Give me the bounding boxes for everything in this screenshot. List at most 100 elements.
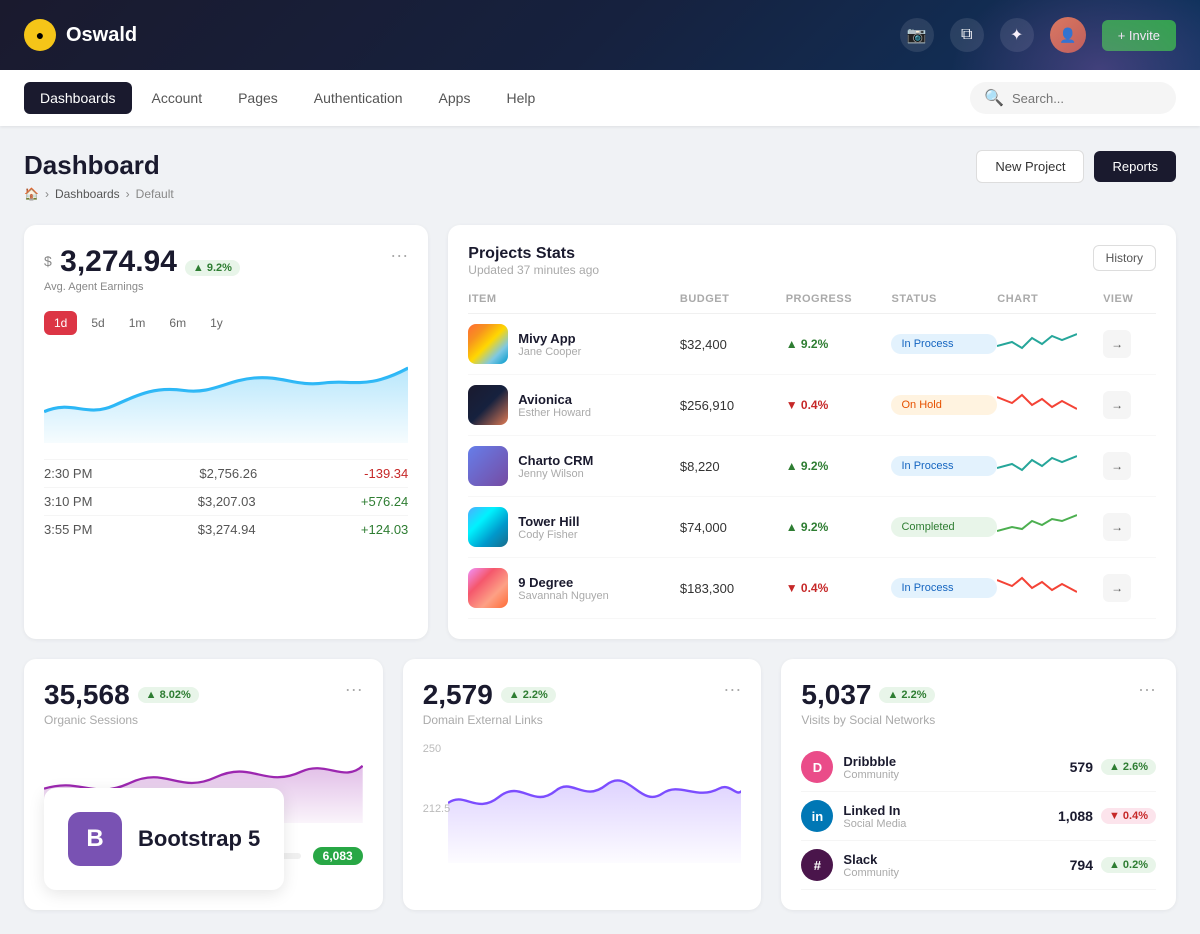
status-badge: In Process <box>891 456 997 476</box>
project-budget: $8,220 <box>680 459 786 474</box>
status-badge: In Process <box>891 578 997 598</box>
reports-button[interactable]: Reports <box>1094 151 1176 182</box>
col-status: STATUS <box>891 293 997 305</box>
col-chart: CHART <box>997 293 1103 305</box>
projects-header: Projects Stats Updated 37 minutes ago Hi… <box>468 245 1156 277</box>
filter-6m[interactable]: 6m <box>159 311 196 335</box>
row-value: $3,274.94 <box>198 522 256 537</box>
earnings-label: Avg. Agent Earnings <box>44 281 240 293</box>
domain-badge: ▲ 2.2% <box>501 687 556 703</box>
card-menu-icon[interactable]: ··· <box>723 679 741 700</box>
social-type: Community <box>843 867 899 879</box>
social-networks-card: 5,037 ▲ 2.2% Visits by Social Networks ·… <box>781 659 1176 910</box>
earnings-amount: $ 3,274.94 <box>44 245 177 279</box>
project-budget: $32,400 <box>680 337 786 352</box>
project-name: Avionica <box>518 392 591 407</box>
project-name: 9 Degree <box>518 575 609 590</box>
currency-symbol: $ <box>44 253 52 269</box>
row-time: 2:30 PM <box>44 466 92 481</box>
social-name: Linked In <box>843 803 906 818</box>
project-info: Avionica Esther Howard <box>468 385 680 425</box>
domain-value: 2,579 <box>423 679 493 711</box>
main-content: Dashboard 🏠 › Dashboards › Default New P… <box>0 126 1200 934</box>
social-info: Dribbble Community <box>843 754 899 781</box>
row-value: $2,756.26 <box>199 466 257 481</box>
avatar[interactable]: 👤 <box>1050 17 1086 53</box>
organic-label: Organic Sessions <box>44 713 199 727</box>
invite-button[interactable]: + Invite <box>1102 20 1176 51</box>
earnings-values: $ 3,274.94 ▲ 9.2% Avg. Agent Earnings <box>44 245 240 295</box>
mini-chart <box>997 389 1103 422</box>
card-menu-icon[interactable]: ··· <box>390 245 408 266</box>
top-right: 📷 ⧉ ✦ 👤 + Invite <box>900 17 1176 53</box>
earnings-table: 2:30 PM $2,756.26 -139.34 3:10 PM $3,207… <box>44 459 408 543</box>
nav-item-dashboards[interactable]: Dashboards <box>24 82 132 114</box>
card-menu-icon[interactable]: ··· <box>345 679 363 700</box>
social-type: Social Media <box>843 818 906 830</box>
organic-value: 35,568 <box>44 679 130 711</box>
view-button[interactable]: → <box>1103 330 1131 358</box>
logo-icon: ● <box>24 19 56 51</box>
social-badge: ▲ 2.2% <box>879 687 934 703</box>
nav-item-authentication[interactable]: Authentication <box>298 82 419 114</box>
search-icon: 🔍 <box>984 88 1004 108</box>
view-button[interactable]: → <box>1103 391 1131 419</box>
layers-icon[interactable]: ⧉ <box>950 18 984 52</box>
share-icon[interactable]: ✦ <box>1000 18 1034 52</box>
social-left: in Linked In Social Media <box>801 800 906 832</box>
new-project-button[interactable]: New Project <box>976 150 1084 183</box>
history-button[interactable]: History <box>1093 245 1156 271</box>
social-name: Dribbble <box>843 754 899 769</box>
camera-icon[interactable]: 📷 <box>900 18 934 52</box>
social-stats: 1,088 ▼ 0.4% <box>1058 808 1156 824</box>
mini-chart <box>997 450 1103 483</box>
filter-1m[interactable]: 1m <box>119 311 156 335</box>
project-name: Charto CRM <box>518 453 593 468</box>
view-button[interactable]: → <box>1103 513 1131 541</box>
project-name: Tower Hill <box>518 514 579 529</box>
nav-item-apps[interactable]: Apps <box>423 82 487 114</box>
earnings-row-3: 3:55 PM $3,274.94 +124.03 <box>44 515 408 543</box>
social-stats: 794 ▲ 0.2% <box>1070 857 1156 873</box>
nav-item-account[interactable]: Account <box>136 82 219 114</box>
bootstrap-overlay: B Bootstrap 5 <box>44 788 284 890</box>
project-progress: ▲ 9.2% <box>786 459 892 473</box>
earnings-row-1: 2:30 PM $2,756.26 -139.34 <box>44 459 408 487</box>
bootstrap-icon: B <box>68 812 122 866</box>
filter-1d[interactable]: 1d <box>44 311 77 335</box>
status-badge: In Process <box>891 334 997 354</box>
row-time: 3:10 PM <box>44 494 92 509</box>
breadcrumb: 🏠 › Dashboards › Default <box>24 187 174 201</box>
breadcrumb-dashboards[interactable]: Dashboards <box>55 187 120 201</box>
project-progress: ▲ 9.2% <box>786 520 892 534</box>
project-row-charto: Charto CRM Jenny Wilson $8,220 ▲ 9.2% In… <box>468 436 1156 497</box>
earnings-card: $ 3,274.94 ▲ 9.2% Avg. Agent Earnings ··… <box>24 225 428 639</box>
geo-count: 6,083 <box>313 847 363 865</box>
social-name: Slack <box>843 852 899 867</box>
card-menu-icon[interactable]: ··· <box>1138 679 1156 700</box>
domain-header: 2,579 ▲ 2.2% Domain External Links ··· <box>423 679 742 727</box>
row-time: 3:55 PM <box>44 522 92 537</box>
filter-5d[interactable]: 5d <box>81 311 114 335</box>
view-button[interactable]: → <box>1103 452 1131 480</box>
nav-item-help[interactable]: Help <box>490 82 551 114</box>
status-badge: Completed <box>891 517 997 537</box>
project-author: Jane Cooper <box>518 346 581 358</box>
project-author: Savannah Nguyen <box>518 590 609 602</box>
search-input[interactable] <box>1012 91 1162 106</box>
social-info: Slack Community <box>843 852 899 879</box>
earnings-value: 3,274.94 <box>60 245 177 278</box>
nav-item-pages[interactable]: Pages <box>222 82 294 114</box>
logo-area: ● Oswald <box>24 19 900 51</box>
project-author: Cody Fisher <box>518 529 579 541</box>
filter-1y[interactable]: 1y <box>200 311 233 335</box>
project-thumb <box>468 446 508 486</box>
project-thumb <box>468 324 508 364</box>
project-row-9degree: 9 Degree Savannah Nguyen $183,300 ▼ 0.4%… <box>468 558 1156 619</box>
project-author: Jenny Wilson <box>518 468 593 480</box>
project-budget: $256,910 <box>680 398 786 413</box>
view-button[interactable]: → <box>1103 574 1131 602</box>
project-info: Mivy App Jane Cooper <box>468 324 680 364</box>
table-header: ITEM BUDGET PROGRESS STATUS CHART VIEW <box>468 281 1156 314</box>
project-name: Mivy App <box>518 331 581 346</box>
